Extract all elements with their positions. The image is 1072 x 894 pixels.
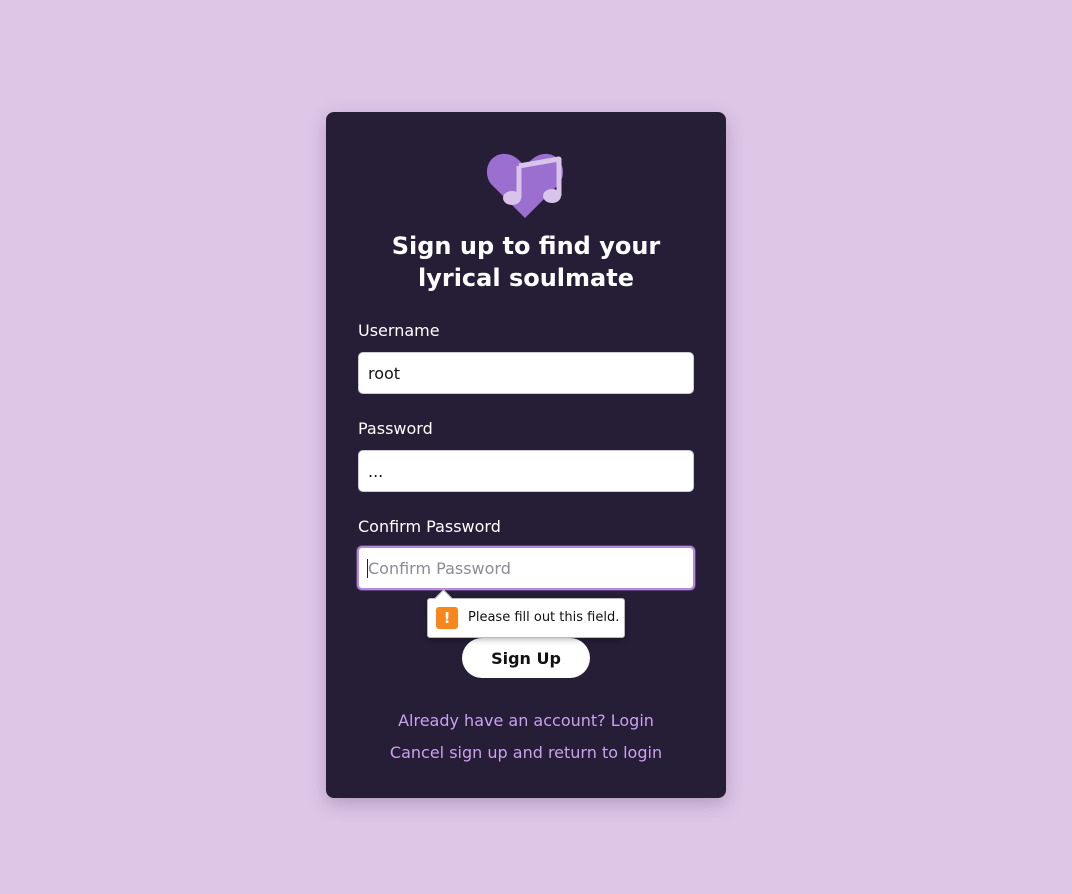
signup-card: Sign up to find your lyrical soulmate Us… <box>326 112 726 798</box>
password-input[interactable] <box>358 450 694 492</box>
heart-music-note-icon <box>486 153 564 218</box>
confirm-password-input[interactable] <box>357 546 695 590</box>
username-label: Username <box>358 321 440 340</box>
page-title: Sign up to find your lyrical soulmate <box>326 230 726 294</box>
username-input[interactable] <box>358 352 694 394</box>
text-caret <box>367 559 368 578</box>
validation-message: Please fill out this field. <box>468 610 620 625</box>
sign-up-button[interactable]: Sign Up <box>462 638 590 678</box>
cancel-signup-link[interactable]: Cancel sign up and return to login <box>326 743 726 763</box>
warning-icon: ! <box>436 607 458 629</box>
tooltip-arrow <box>434 589 453 608</box>
password-label: Password <box>358 419 433 438</box>
login-link[interactable]: Already have an account? Login <box>326 711 726 731</box>
title-line-1: Sign up to find your <box>391 232 661 260</box>
confirm-password-label: Confirm Password <box>358 517 501 536</box>
title-line-2: lyrical soulmate <box>418 264 634 292</box>
validation-tooltip: ! Please fill out this field. <box>427 589 625 638</box>
